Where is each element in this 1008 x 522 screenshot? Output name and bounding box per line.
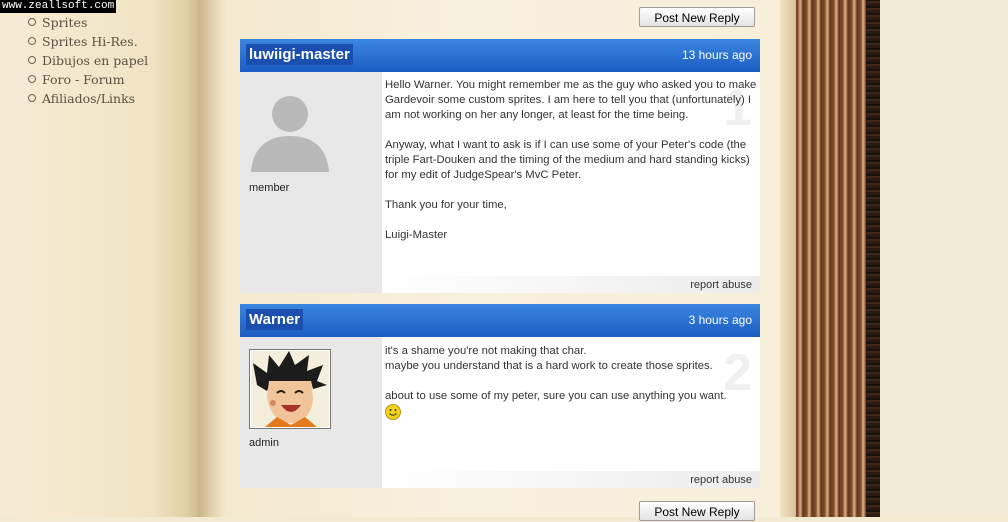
user-avatar[interactable] (249, 349, 331, 429)
user-role: member (249, 182, 290, 194)
post-author-panel: member (240, 72, 380, 293)
post-header: Warner 3 hours ago (240, 304, 760, 337)
post-timestamp: 13 hours ago (681, 48, 752, 62)
right-background (880, 0, 1008, 517)
post-author-panel: admin (240, 337, 380, 488)
book-cover-edge (796, 0, 866, 517)
nav-item-links[interactable]: Afiliados/Links (28, 89, 148, 108)
post-footer: report abuse (382, 471, 760, 488)
nav-item-forum[interactable]: Foro - Forum (28, 70, 148, 89)
message-paragraph: Luigi-Master (385, 229, 448, 241)
smiley-icon (385, 404, 401, 420)
default-avatar-icon (251, 96, 329, 172)
message-line: about to use some of my peter, sure you … (385, 390, 727, 402)
post-message: Hello Warner. You might remember me as t… (385, 78, 757, 258)
post-footer: report abuse (382, 276, 760, 293)
message-paragraph: Hello Warner. You might remember me as t… (385, 79, 757, 121)
forum-post: luwiigi-master 13 hours ago member 1 Hel… (240, 39, 760, 293)
nav-item-sprites-hires[interactable]: Sprites Hi-Res. (28, 32, 148, 51)
message-paragraph: Anyway, what I want to ask is if I can u… (385, 139, 750, 181)
post-timestamp: 3 hours ago (688, 313, 752, 327)
post-content: 1 Hello Warner. You might remember me as… (382, 72, 760, 293)
message-line: maybe you understand that is a hard work… (385, 360, 713, 372)
message-paragraph: Thank you for your time, (385, 199, 507, 211)
sidebar-nav: W.I.Ps. Sprites Sprites Hi-Res. Dibujos … (28, 0, 148, 108)
book-page-edge (780, 0, 796, 517)
forum-post: Warner 3 hours ago admin 2 it's a shame … (240, 304, 760, 488)
nav-item-sprites[interactable]: Sprites (28, 13, 148, 32)
post-header: luwiigi-master 13 hours ago (240, 39, 760, 72)
book-cover-dark-edge (866, 0, 880, 517)
post-message: it's a shame you're not making that char… (385, 344, 757, 425)
report-abuse-link[interactable]: report abuse (690, 279, 752, 291)
post-new-reply-button-bottom[interactable]: Post New Reply (639, 501, 755, 521)
nav-item-dibujos[interactable]: Dibujos en papel (28, 51, 148, 70)
watermark: www.zeallsoft.com (0, 0, 117, 13)
user-role: admin (249, 437, 279, 449)
post-new-reply-button-top[interactable]: Post New Reply (639, 7, 755, 27)
report-abuse-link[interactable]: report abuse (690, 474, 752, 486)
message-line: it's a shame you're not making that char… (385, 345, 587, 357)
post-content: 2 it's a shame you're not making that ch… (382, 337, 760, 488)
post-author[interactable]: Warner (246, 309, 304, 330)
book-spine-shadow (198, 0, 226, 517)
post-author[interactable]: luwiigi-master (246, 44, 353, 65)
